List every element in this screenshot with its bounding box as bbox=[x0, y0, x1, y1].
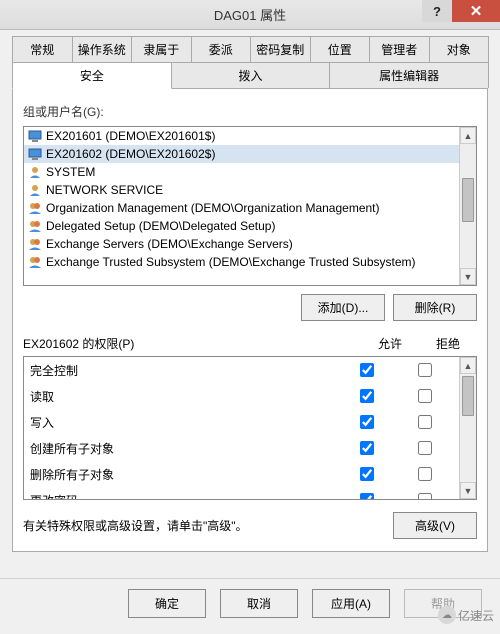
list-item-label: EX201602 (DEMO\EX201602$) bbox=[46, 147, 215, 161]
list-item[interactable]: Exchange Trusted Subsystem (DEMO\Exchang… bbox=[24, 253, 459, 271]
tab-隶属于[interactable]: 隶属于 bbox=[131, 36, 192, 62]
group-users-label: 组或用户名(G): bbox=[23, 103, 477, 120]
tab-常规[interactable]: 常规 bbox=[12, 36, 73, 62]
scroll-down-icon[interactable]: ▼ bbox=[460, 268, 476, 285]
permission-name: 创建所有子对象 bbox=[30, 440, 337, 457]
deny-checkbox[interactable] bbox=[418, 467, 432, 481]
apply-button[interactable]: 应用(A) bbox=[312, 589, 390, 618]
tab-row-1: 常规操作系统隶属于委派密码复制位置管理者对象 bbox=[12, 36, 488, 62]
title-buttons: ? ✕ bbox=[422, 0, 500, 22]
cancel-button[interactable]: 取消 bbox=[220, 589, 298, 618]
scroll-up-icon[interactable]: ▲ bbox=[460, 127, 476, 144]
scroll-track[interactable] bbox=[460, 374, 476, 482]
user-icon bbox=[28, 183, 42, 197]
dialog-buttons: 确定 取消 应用(A) 帮助 bbox=[0, 578, 500, 634]
permission-row: 写入 bbox=[24, 409, 459, 435]
permissions-scrollbar[interactable]: ▲ ▼ bbox=[459, 357, 476, 499]
deny-checkbox[interactable] bbox=[418, 441, 432, 455]
title-bar: DAG01 属性 ? ✕ bbox=[0, 0, 500, 30]
list-item[interactable]: Organization Management (DEMO\Organizati… bbox=[24, 199, 459, 217]
dialog-content: 常规操作系统隶属于委派密码复制位置管理者对象 安全拨入属性编辑器 组或用户名(G… bbox=[0, 30, 500, 552]
advanced-button[interactable]: 高级(V) bbox=[393, 512, 477, 539]
list-item[interactable]: Exchange Servers (DEMO\Exchange Servers) bbox=[24, 235, 459, 253]
tab-操作系统[interactable]: 操作系统 bbox=[72, 36, 133, 62]
users-list-inner: EX201601 (DEMO\EX201601$) EX201602 (DEMO\… bbox=[24, 127, 459, 285]
scroll-track[interactable] bbox=[460, 144, 476, 268]
permissions-title: EX201602 的权限(P) bbox=[23, 335, 361, 352]
scroll-thumb[interactable] bbox=[462, 178, 474, 222]
group-icon bbox=[28, 237, 42, 251]
user-buttons-row: 添加(D)... 删除(R) bbox=[23, 294, 477, 321]
permission-name: 完全控制 bbox=[30, 362, 337, 379]
allow-checkbox[interactable] bbox=[360, 363, 374, 377]
group-icon bbox=[28, 201, 42, 215]
scroll-thumb[interactable] bbox=[462, 376, 474, 416]
permission-row: 完全控制 bbox=[24, 357, 459, 383]
list-item-label: SYSTEM bbox=[46, 165, 95, 179]
list-item[interactable]: EX201602 (DEMO\EX201602$) bbox=[24, 145, 459, 163]
tab-委派[interactable]: 委派 bbox=[191, 36, 252, 62]
help-button[interactable]: ? bbox=[422, 0, 452, 22]
group-icon bbox=[28, 219, 42, 233]
computer-icon bbox=[28, 147, 42, 161]
list-item-label: Delegated Setup (DEMO\Delegated Setup) bbox=[46, 219, 275, 233]
list-item[interactable]: SYSTEM bbox=[24, 163, 459, 181]
help-dialog-button[interactable]: 帮助 bbox=[404, 589, 482, 618]
tab-安全[interactable]: 安全 bbox=[12, 62, 172, 89]
permission-name: 读取 bbox=[30, 388, 337, 405]
security-panel: 组或用户名(G): EX201601 (DEMO\EX201601$)EX201… bbox=[12, 89, 488, 552]
allow-header: 允许 bbox=[361, 335, 419, 352]
tab-密码复制[interactable]: 密码复制 bbox=[250, 36, 311, 62]
list-item[interactable]: Delegated Setup (DEMO\Delegated Setup) bbox=[24, 217, 459, 235]
list-item-label: EX201601 (DEMO\EX201601$) bbox=[46, 129, 215, 143]
scroll-up-icon[interactable]: ▲ bbox=[460, 357, 476, 374]
users-scrollbar[interactable]: ▲ ▼ bbox=[459, 127, 476, 285]
group-icon bbox=[28, 255, 42, 269]
deny-checkbox[interactable] bbox=[418, 415, 432, 429]
permission-row: 读取 bbox=[24, 383, 459, 409]
allow-checkbox[interactable] bbox=[360, 493, 374, 499]
allow-checkbox[interactable] bbox=[360, 467, 374, 481]
user-icon bbox=[28, 165, 42, 179]
add-button[interactable]: 添加(D)... bbox=[301, 294, 385, 321]
permission-row: 更改密码 bbox=[24, 487, 459, 499]
list-item-label: NETWORK SERVICE bbox=[46, 183, 163, 197]
deny-header: 拒绝 bbox=[419, 335, 477, 352]
allow-checkbox[interactable] bbox=[360, 441, 374, 455]
tab-row-2: 安全拨入属性编辑器 bbox=[12, 62, 488, 89]
list-item[interactable]: NETWORK SERVICE bbox=[24, 181, 459, 199]
permission-name: 删除所有子对象 bbox=[30, 466, 337, 483]
deny-checkbox[interactable] bbox=[418, 493, 432, 499]
scroll-down-icon[interactable]: ▼ bbox=[460, 482, 476, 499]
permissions-inner: 完全控制读取写入创建所有子对象删除所有子对象更改密码另外发送为 bbox=[24, 357, 459, 499]
tab-属性编辑器[interactable]: 属性编辑器 bbox=[329, 62, 489, 88]
tab-拨入[interactable]: 拨入 bbox=[171, 62, 331, 88]
permission-name: 更改密码 bbox=[30, 492, 337, 500]
tab-位置[interactable]: 位置 bbox=[310, 36, 371, 62]
list-item-label: Organization Management (DEMO\Organizati… bbox=[46, 201, 380, 215]
allow-checkbox[interactable] bbox=[360, 389, 374, 403]
allow-checkbox[interactable] bbox=[360, 415, 374, 429]
list-item-label: Exchange Servers (DEMO\Exchange Servers) bbox=[46, 237, 293, 251]
advanced-text: 有关特殊权限或高级设置，请单击"高级"。 bbox=[23, 517, 383, 534]
permission-name: 写入 bbox=[30, 414, 337, 431]
permissions-listbox[interactable]: 完全控制读取写入创建所有子对象删除所有子对象更改密码另外发送为 ▲ ▼ bbox=[23, 356, 477, 500]
deny-checkbox[interactable] bbox=[418, 389, 432, 403]
remove-button[interactable]: 删除(R) bbox=[393, 294, 477, 321]
computer-icon bbox=[28, 129, 42, 143]
list-item[interactable]: EX201601 (DEMO\EX201601$) bbox=[24, 127, 459, 145]
permission-row: 创建所有子对象 bbox=[24, 435, 459, 461]
advanced-row: 有关特殊权限或高级设置，请单击"高级"。 高级(V) bbox=[23, 512, 477, 539]
users-listbox[interactable]: EX201601 (DEMO\EX201601$) EX201602 (DEMO\… bbox=[23, 126, 477, 286]
permissions-header: EX201602 的权限(P) 允许 拒绝 bbox=[23, 335, 477, 352]
tab-对象[interactable]: 对象 bbox=[429, 36, 490, 62]
tab-管理者[interactable]: 管理者 bbox=[369, 36, 430, 62]
list-item-label: Exchange Trusted Subsystem (DEMO\Exchang… bbox=[46, 255, 416, 269]
ok-button[interactable]: 确定 bbox=[128, 589, 206, 618]
close-button[interactable]: ✕ bbox=[452, 0, 500, 22]
permission-row: 删除所有子对象 bbox=[24, 461, 459, 487]
deny-checkbox[interactable] bbox=[418, 363, 432, 377]
